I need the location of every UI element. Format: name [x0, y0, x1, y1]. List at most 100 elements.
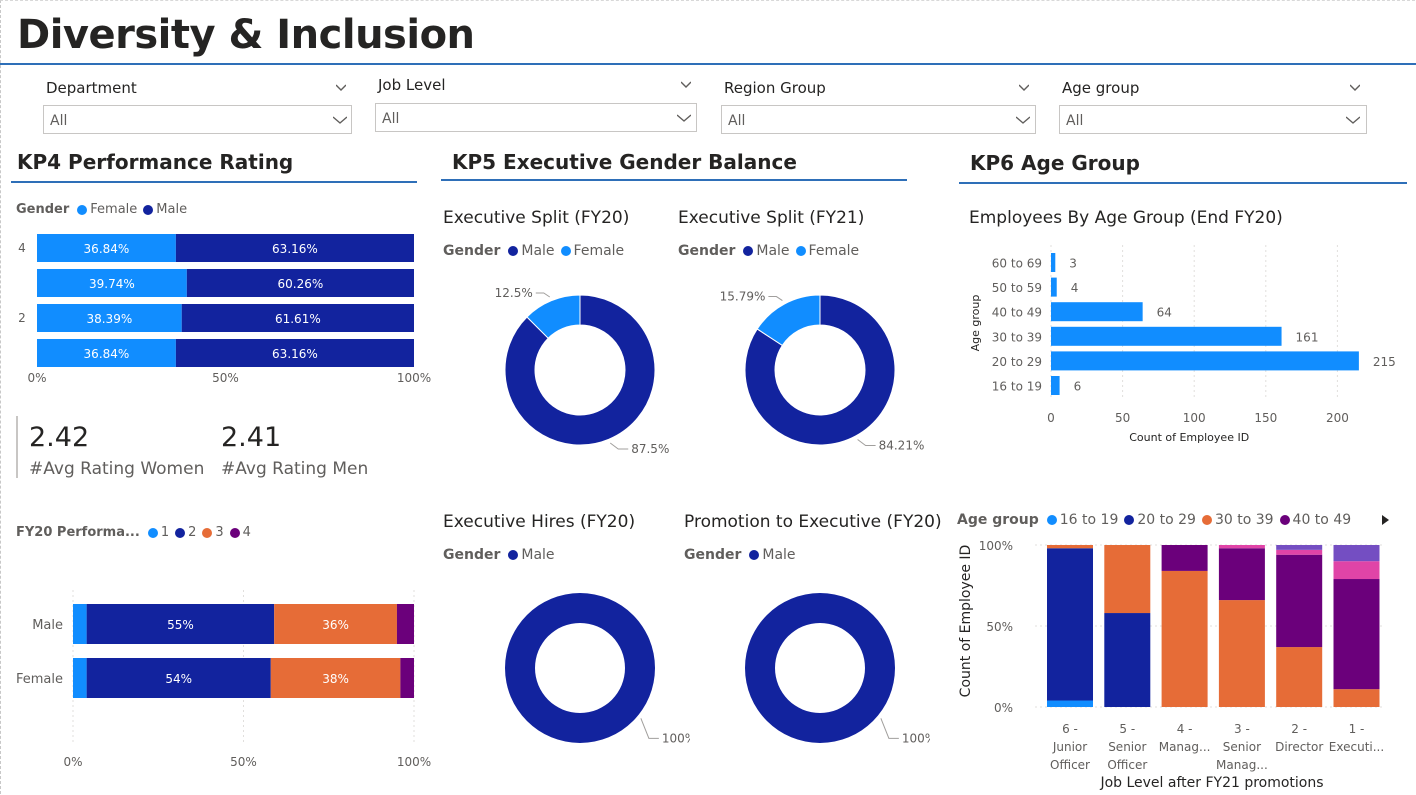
legend-dot	[229, 527, 240, 538]
chevron-down-icon[interactable]	[336, 82, 346, 92]
legend-item-20-29[interactable]: 20 to 29	[1124, 512, 1196, 528]
legend-next-arrow-icon[interactable]	[1381, 514, 1390, 526]
fy20-perf-chart: 55% 36% Male 54% 38% Female 0% 50% 100%	[16, 590, 431, 769]
bar	[1051, 277, 1057, 297]
x-tick-label: 50	[1115, 411, 1130, 425]
y-tick-label: 4	[18, 241, 26, 255]
data-label: 4	[1071, 281, 1079, 295]
section-underline	[441, 179, 907, 181]
y-tick-label: Male	[32, 618, 63, 633]
legend-label: 3	[215, 525, 224, 540]
donut-slice-male	[745, 593, 895, 743]
section-underline	[959, 182, 1407, 184]
y-tick-label: 100%	[979, 539, 1013, 553]
legend-item-male[interactable]: Male	[508, 547, 555, 563]
chevron-down-icon[interactable]	[1016, 115, 1030, 125]
legend-item-female[interactable]: Female	[795, 243, 860, 259]
legend-label: 2	[188, 525, 197, 540]
chevron-down-icon[interactable]	[1019, 82, 1029, 92]
x-tick-label: Senior	[1108, 740, 1146, 754]
bar	[1051, 351, 1359, 371]
data-label: 55%	[167, 618, 194, 632]
legend-item-male[interactable]: Male	[749, 547, 796, 563]
x-axis-title: Count of Employee ID	[1129, 431, 1249, 444]
slicer-region-group-dropdown[interactable]: All	[721, 105, 1036, 134]
column-segment	[1276, 545, 1323, 550]
legend-item-male[interactable]: Male	[508, 243, 555, 259]
x-tick-label: 100%	[397, 371, 431, 385]
age-job-chart: 0% 50% 100% 6 - Junior Officer 5 - Senior Office…	[958, 539, 1385, 791]
chevron-down-icon[interactable]	[1346, 115, 1360, 125]
legend-dot	[508, 550, 519, 560]
legend-title: Gender	[443, 243, 501, 259]
perf-rating-legend: Gender Female Male	[16, 202, 193, 217]
legend-item-female[interactable]: Female	[77, 202, 137, 217]
legend-item-4[interactable]: 4	[229, 525, 251, 540]
column-segment	[1276, 554, 1323, 648]
fy20-perf-legend: FY20 Performa... 1 2 3 4	[16, 525, 257, 540]
title-underline	[0, 63, 1416, 65]
x-tick-label: 100	[1183, 411, 1206, 425]
promo-exec-fy20-title: Promotion to Executive (FY20)	[684, 512, 942, 532]
legend-dot	[1201, 515, 1212, 525]
column-segment	[1276, 647, 1323, 707]
legend-dot	[508, 246, 519, 256]
y-tick-label: 50%	[986, 620, 1013, 634]
legend-label: Female	[808, 243, 860, 259]
leader-line	[857, 439, 876, 446]
legend-label: Male	[762, 547, 796, 563]
legend-label: 40 to 49	[1292, 512, 1352, 528]
legend-title: Gender	[443, 547, 501, 563]
data-label: 84.21%	[879, 438, 925, 452]
legend-label: 1	[160, 525, 170, 540]
x-tick-label: 6 -	[1062, 722, 1078, 736]
exec-split-fy21-legend: Gender Male Female	[678, 243, 865, 259]
legend-item-30-39[interactable]: 30 to 39	[1201, 512, 1274, 528]
legend-label: 16 to 19	[1059, 512, 1119, 528]
y-tick-label: 20 to 29	[992, 355, 1042, 369]
data-label: 60.26%	[278, 277, 324, 291]
data-label: 38.39%	[86, 312, 132, 326]
data-label: 63.16%	[272, 347, 318, 361]
legend-dot	[560, 246, 571, 256]
exec-split-fy21-title: Executive Split (FY21)	[678, 208, 865, 228]
y-tick-label: 50 to 59	[992, 281, 1042, 295]
legend-dot	[743, 246, 754, 256]
slicer-job-level-dropdown[interactable]: All	[375, 103, 697, 132]
column-segment	[1047, 545, 1093, 549]
y-tick-label: 16 to 19	[992, 380, 1042, 394]
x-tick-label: 50%	[212, 371, 239, 385]
slicer-department-dropdown[interactable]: All	[43, 105, 352, 134]
legend-item-16-19[interactable]: 16 to 19	[1046, 512, 1119, 528]
legend-dot	[1279, 515, 1290, 525]
legend-dot	[77, 204, 88, 215]
data-label: 15.79%	[720, 290, 766, 304]
chevron-down-icon[interactable]	[681, 79, 691, 89]
chevron-down-icon[interactable]	[1350, 82, 1360, 92]
exec-split-fy21-donut: 84.21% 15.79%	[720, 290, 925, 453]
legend-item-male[interactable]: Male	[143, 202, 187, 217]
x-tick-label: Officer	[1050, 758, 1090, 772]
y-tick-label: 2	[18, 311, 26, 325]
slicer-region-group-label: Region Group	[724, 79, 826, 97]
chevron-down-icon[interactable]	[677, 113, 691, 123]
slicer-age-group-dropdown[interactable]: All	[1059, 105, 1367, 134]
x-tick-label: 1 -	[1349, 722, 1365, 736]
x-tick-label: 100%	[397, 755, 431, 769]
legend-label: Female	[573, 243, 625, 259]
chevron-down-icon[interactable]	[333, 115, 347, 125]
legend-item-male[interactable]: Male	[743, 243, 790, 259]
legend-title: Gender	[678, 243, 736, 259]
legend-item-1[interactable]: 1	[147, 525, 170, 540]
column-segment	[1218, 545, 1265, 549]
legend-item-3[interactable]: 3	[202, 525, 224, 540]
section-underline	[11, 181, 417, 183]
promo-exec-fy20-donut: 100%	[745, 593, 930, 745]
legend-item-40-49[interactable]: 40 to 49	[1279, 512, 1352, 528]
legend-item-female[interactable]: Female	[560, 243, 625, 259]
legend-item-2[interactable]: 2	[175, 525, 196, 540]
legend-label: Female	[90, 202, 138, 217]
exec-hires-fy20-title: Executive Hires (FY20)	[443, 512, 636, 532]
legend-title: FY20 Performa...	[16, 525, 140, 540]
data-label: 38%	[322, 672, 349, 686]
